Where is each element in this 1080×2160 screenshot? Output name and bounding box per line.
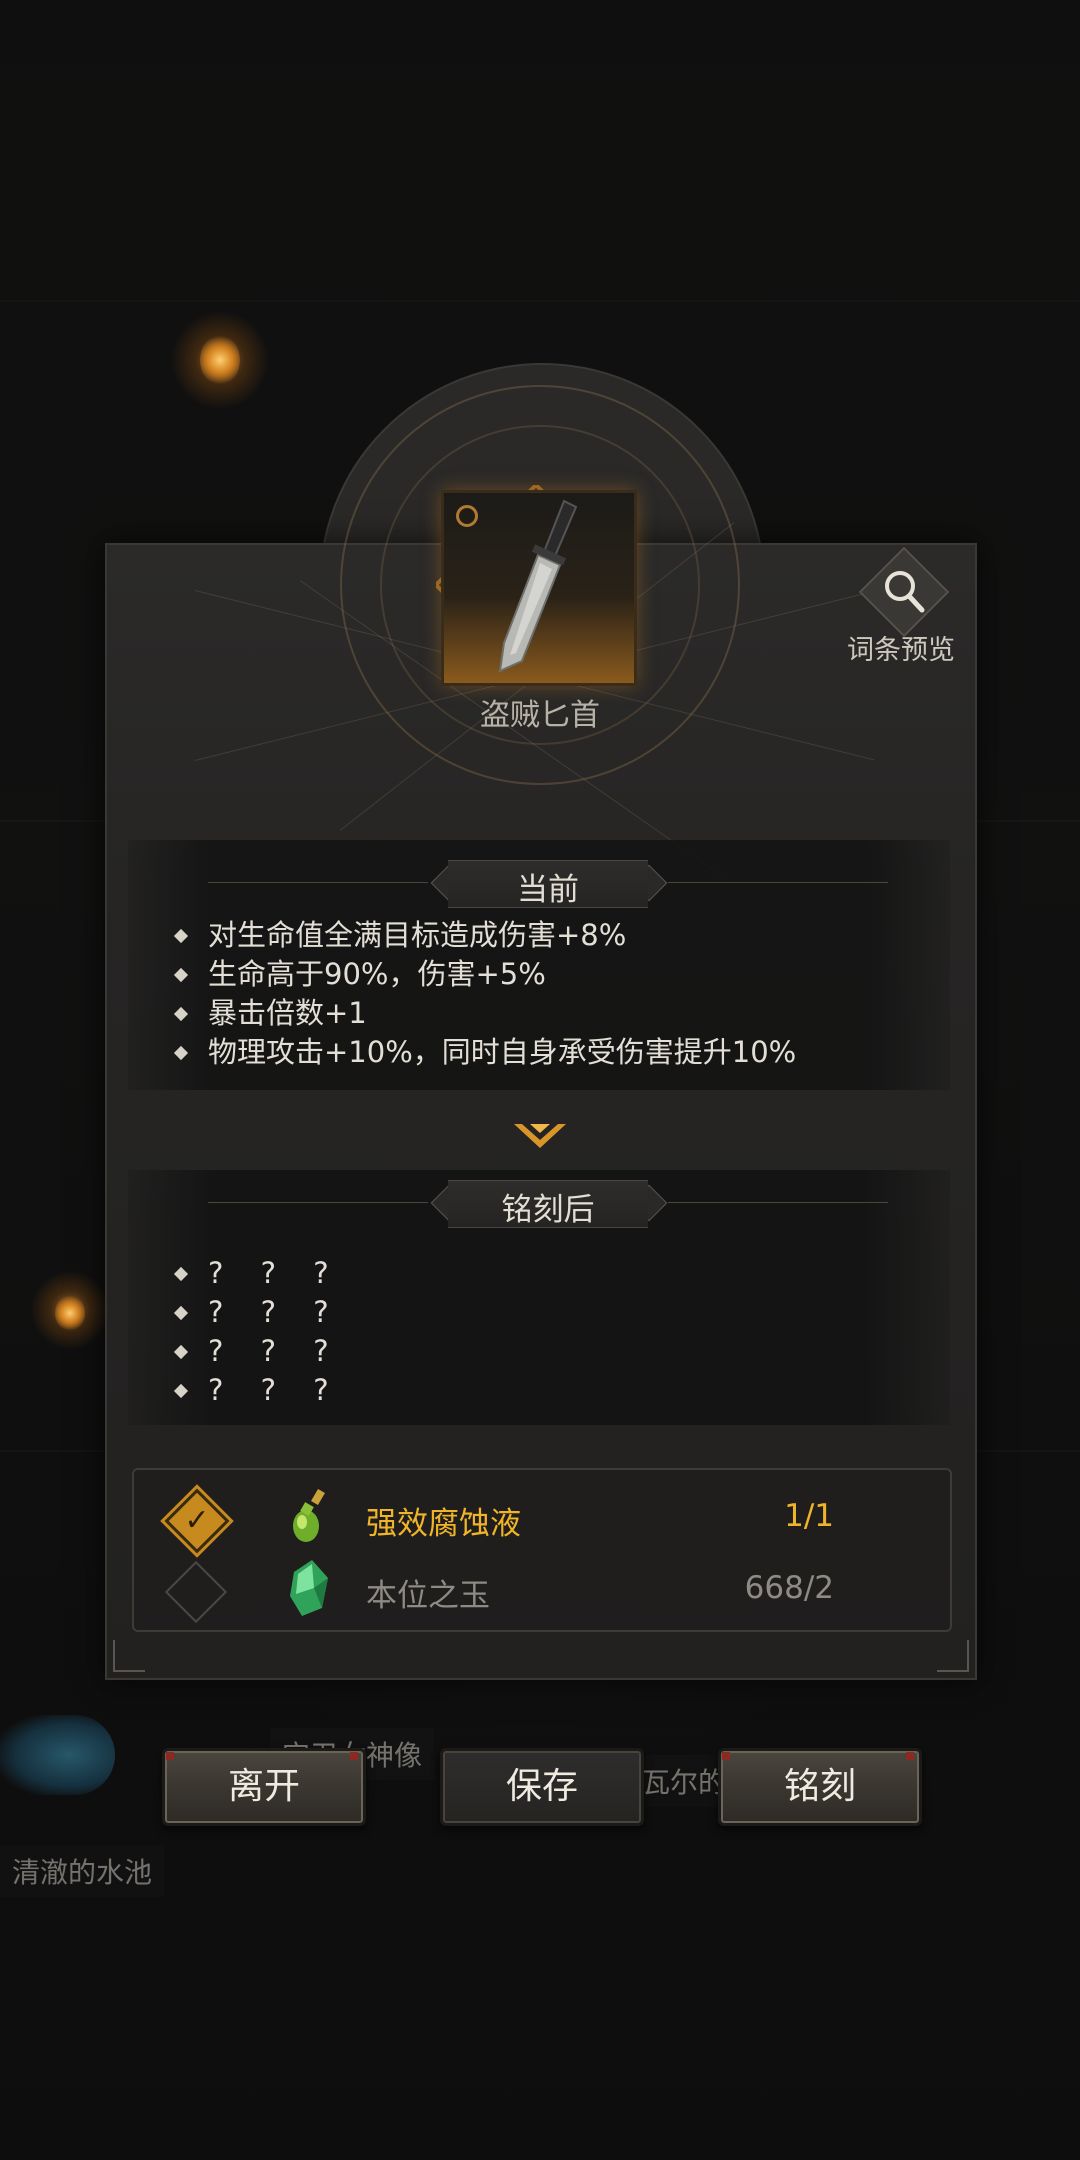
panel-corner — [113, 1640, 145, 1672]
pool-map-marker[interactable] — [0, 1715, 115, 1795]
dagger-icon — [498, 499, 578, 673]
material-checkbox[interactable] — [164, 1560, 228, 1624]
current-affix: 暴击倍数+1 — [173, 990, 367, 1032]
material-row[interactable]: ✓ 强效腐蚀液 1/1 — [134, 1486, 950, 1556]
button-corner — [350, 1752, 358, 1760]
background-streak — [0, 300, 1080, 302]
header-line — [208, 882, 428, 883]
potion-icon — [293, 1488, 325, 1542]
affix-preview-button[interactable]: 词条预览 — [842, 546, 960, 672]
torch-flame — [200, 335, 240, 385]
bullet-icon — [173, 967, 189, 983]
item-name: 盗贼匕首 — [480, 698, 600, 733]
button-corner — [906, 1752, 914, 1760]
material-row[interactable]: 本位之玉 668/2 — [134, 1558, 950, 1628]
magnifier-icon — [885, 571, 925, 613]
item-slot[interactable] — [441, 490, 637, 686]
after-title: 铭刻后 — [501, 1192, 595, 1228]
materials-box: ✓ 强效腐蚀液 1/1 本位之玉 668/2 — [132, 1468, 952, 1632]
affix-text: ? ? ? — [208, 1295, 343, 1329]
button-corner — [166, 1752, 174, 1760]
pool-map-label[interactable]: 清澈的水池 — [0, 1845, 165, 1897]
current-affix: 生命高于90%，伤害+5% — [173, 951, 546, 993]
after-affix: ? ? ? — [173, 1256, 343, 1290]
bullet-icon — [173, 1006, 189, 1022]
current-affix: 物理攻击+10%，同时自身承受伤害提升10% — [173, 1029, 797, 1071]
leave-button[interactable]: 离开 — [162, 1748, 366, 1826]
after-header: 铭刻后 — [208, 1180, 888, 1228]
jade-icon — [290, 1560, 328, 1616]
material-name: 本位之玉 — [366, 1578, 490, 1614]
bullet-icon — [173, 1344, 189, 1360]
affix-preview-label: 词条预览 — [847, 635, 955, 666]
current-title: 当前 — [517, 872, 579, 908]
torch-flame — [55, 1295, 85, 1331]
affix-text: 对生命值全满目标造成伤害+8% — [208, 918, 627, 952]
bullet-icon — [173, 1383, 189, 1399]
affix-text: ? ? ? — [208, 1256, 343, 1290]
button-corner — [722, 1752, 730, 1760]
affix-text: 生命高于90%，伤害+5% — [208, 957, 546, 991]
bullet-icon — [173, 1045, 189, 1061]
engrave-button[interactable]: 铭刻 — [718, 1748, 922, 1826]
save-button[interactable]: 保存 — [440, 1748, 644, 1826]
affix-text: ? ? ? — [208, 1373, 343, 1407]
affix-text: 物理攻击+10%，同时自身承受伤害提升10% — [208, 1035, 797, 1069]
after-affix: ? ? ? — [173, 1334, 343, 1368]
chevron-down-icon — [514, 1124, 566, 1148]
current-header: 当前 — [208, 860, 888, 908]
material-count: 668/2 — [744, 1570, 834, 1606]
bullet-icon — [173, 928, 189, 944]
after-affix: ? ? ? — [173, 1295, 343, 1329]
affix-text: ? ? ? — [208, 1334, 343, 1368]
affix-text: 暴击倍数+1 — [208, 996, 367, 1030]
header-line — [668, 882, 888, 883]
checkmark-icon: ✓ — [184, 1503, 210, 1538]
after-affix: ? ? ? — [173, 1373, 343, 1407]
current-affix-section: 当前 对生命值全满目标造成伤害+8% 生命高于90%，伤害+5% 暴击倍数+1 … — [128, 840, 950, 1090]
current-affix: 对生命值全满目标造成伤害+8% — [173, 912, 627, 954]
bullet-icon — [173, 1305, 189, 1321]
bullet-icon — [173, 1266, 189, 1282]
header-line — [668, 1202, 888, 1203]
material-name: 强效腐蚀液 — [366, 1506, 521, 1542]
panel-corner — [937, 1640, 969, 1672]
header-line — [208, 1202, 428, 1203]
material-count: 1/1 — [784, 1498, 834, 1534]
after-affix-section: 铭刻后 ? ? ? ? ? ? ? ? ? ? ? ? — [128, 1170, 950, 1425]
